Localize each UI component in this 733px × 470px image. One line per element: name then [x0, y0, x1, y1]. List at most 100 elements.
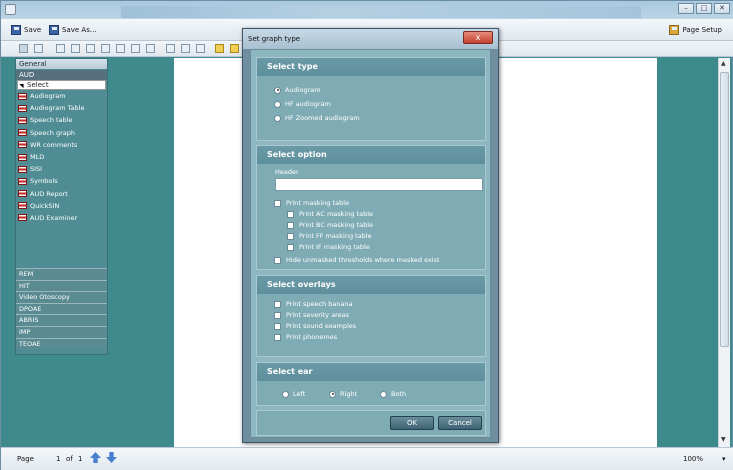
- cancel-button[interactable]: Cancel: [438, 416, 482, 430]
- checkbox-icon: [274, 311, 281, 319]
- radio-selected-icon: [329, 390, 336, 398]
- delete-icon[interactable]: [34, 44, 43, 53]
- palette-item[interactable]: MLD: [16, 151, 107, 163]
- edit-icon[interactable]: [230, 44, 239, 53]
- audiogram-object-icon: [18, 153, 27, 161]
- zoom-level[interactable]: 100%: [683, 455, 703, 463]
- scroll-up-icon[interactable]: ▲: [721, 60, 726, 67]
- type-hf-audiogram-radio[interactable]: HF audiogram: [274, 100, 331, 108]
- audiogram-object-icon: [18, 141, 27, 149]
- palette-group-aud[interactable]: AUD: [16, 70, 107, 80]
- checkbox-icon: [287, 243, 294, 251]
- page-setup-label: Page Setup: [682, 26, 722, 34]
- bring-front-icon[interactable]: [196, 44, 205, 53]
- palette-item[interactable]: Speech graph: [16, 127, 107, 139]
- print-ac-masking-checkbox[interactable]: Print AC masking table: [287, 210, 373, 218]
- print-if-masking-checkbox[interactable]: Print IF masking table: [287, 243, 370, 251]
- select-option-title: Select option: [257, 146, 485, 164]
- palette-item[interactable]: QuickSIN: [16, 200, 107, 212]
- ear-left-radio[interactable]: Left: [282, 390, 305, 398]
- palette-item[interactable]: SISI: [16, 163, 107, 175]
- vertical-scrollbar[interactable]: ▲ ▼: [718, 58, 730, 447]
- audiogram-object-icon: [18, 190, 27, 198]
- palette-group-video-otoscopy[interactable]: Video Otoscopy: [16, 291, 107, 303]
- select-ear-section: Select ear Left Right Both: [256, 362, 486, 406]
- ear-right-radio[interactable]: Right: [329, 390, 357, 398]
- palette-item[interactable]: WR comments: [16, 139, 107, 151]
- palette-select-label: Select: [27, 81, 49, 89]
- page-label: Page: [17, 455, 34, 463]
- palette-group-rem[interactable]: REM: [16, 268, 107, 280]
- palette-item[interactable]: Speech table: [16, 114, 107, 126]
- select-overlays-title: Select overlays: [257, 276, 485, 294]
- print-phonemes-checkbox[interactable]: Print phonemes: [274, 333, 337, 341]
- dialog-close-button[interactable]: x: [463, 31, 493, 44]
- print-sound-examples-checkbox[interactable]: Print sound examples: [274, 322, 356, 330]
- maximize-button[interactable]: □: [696, 3, 712, 14]
- previous-page-icon[interactable]: [90, 452, 101, 463]
- palette-group-list: REM HIT Video Otoscopy DPOAE ABRIS IMP T…: [16, 268, 107, 350]
- app-icon[interactable]: [5, 4, 16, 15]
- title-text-area: [121, 6, 641, 18]
- title-bar: – □ ✕: [1, 1, 733, 19]
- palette-item[interactable]: AUD Report: [16, 188, 107, 200]
- palette-item-list: Audiogram Audiogram Table Speech table S…: [16, 90, 107, 224]
- group-icon[interactable]: [166, 44, 175, 53]
- minimize-button[interactable]: –: [678, 3, 694, 14]
- scroll-down-icon[interactable]: ▼: [721, 436, 726, 443]
- scroll-thumb[interactable]: [720, 72, 729, 347]
- palette-group-dpoae[interactable]: DPOAE: [16, 302, 107, 315]
- palette-item[interactable]: Audiogram: [16, 90, 107, 102]
- palette-group-hit[interactable]: HIT: [16, 279, 107, 292]
- checkbox-icon: [274, 322, 281, 330]
- window-close-button[interactable]: ✕: [714, 3, 730, 14]
- ungroup-icon[interactable]: [181, 44, 190, 53]
- align-middle-icon[interactable]: [116, 44, 125, 53]
- page-setup-button[interactable]: Page Setup: [669, 23, 722, 37]
- palette-item[interactable]: AUD Examiner: [16, 212, 107, 224]
- checkbox-icon: [274, 256, 281, 264]
- header-input[interactable]: [275, 178, 483, 191]
- checkbox-icon: [287, 210, 294, 218]
- align-center-icon[interactable]: [71, 44, 80, 53]
- dialog-body: Select type Audiogram HF audiogram HF Zo…: [250, 49, 491, 438]
- audiogram-object-icon: [18, 116, 27, 124]
- dialog-button-bar: OK Cancel: [256, 410, 486, 436]
- palette-group-abris[interactable]: ABRIS: [16, 314, 107, 326]
- save-icon: [11, 25, 21, 35]
- palette-item[interactable]: Audiogram Table: [16, 102, 107, 114]
- insert-icon[interactable]: [19, 44, 28, 53]
- print-ff-masking-checkbox[interactable]: Print FF masking table: [287, 232, 372, 240]
- print-severity-areas-checkbox[interactable]: Print severity areas: [274, 311, 349, 319]
- next-page-icon[interactable]: [106, 452, 117, 463]
- print-speech-banana-checkbox[interactable]: Print speech banana: [274, 300, 353, 308]
- object-palette: General AUD Select Audiogram Audiogram T…: [15, 58, 108, 355]
- align-right-icon[interactable]: [86, 44, 95, 53]
- print-masking-table-checkbox[interactable]: Print masking table: [274, 199, 349, 207]
- palette-item[interactable]: Symbols: [16, 175, 107, 187]
- palette-group-teoae[interactable]: TEOAE: [16, 337, 107, 350]
- properties-icon[interactable]: [215, 44, 224, 53]
- radio-icon: [282, 390, 289, 398]
- page-setup-icon: [669, 25, 680, 35]
- zoom-dropdown-icon[interactable]: ▾: [722, 455, 726, 463]
- hide-unmasked-checkbox[interactable]: Hide unmasked thresholds where masked ex…: [274, 256, 440, 264]
- select-ear-title: Select ear: [257, 363, 485, 381]
- align-left-icon[interactable]: [56, 44, 65, 53]
- palette-group-imp[interactable]: IMP: [16, 325, 107, 338]
- align-top-icon[interactable]: [101, 44, 110, 53]
- checkbox-icon: [287, 232, 294, 240]
- palette-select-tool[interactable]: Select: [17, 80, 106, 90]
- align-bottom-icon[interactable]: [131, 44, 140, 53]
- save-button[interactable]: Save: [11, 23, 41, 37]
- ear-both-radio[interactable]: Both: [380, 390, 406, 398]
- audiogram-object-icon: [18, 177, 27, 185]
- radio-selected-icon: [274, 86, 281, 94]
- ok-button[interactable]: OK: [390, 416, 434, 430]
- radio-icon: [274, 100, 281, 108]
- save-as-button[interactable]: Save As...: [49, 23, 97, 37]
- type-hf-zoomed-radio[interactable]: HF Zoomed audiogram: [274, 114, 360, 122]
- same-size-icon[interactable]: [146, 44, 155, 53]
- type-audiogram-radio[interactable]: Audiogram: [274, 86, 321, 94]
- print-bc-masking-checkbox[interactable]: Print BC masking table: [287, 221, 373, 229]
